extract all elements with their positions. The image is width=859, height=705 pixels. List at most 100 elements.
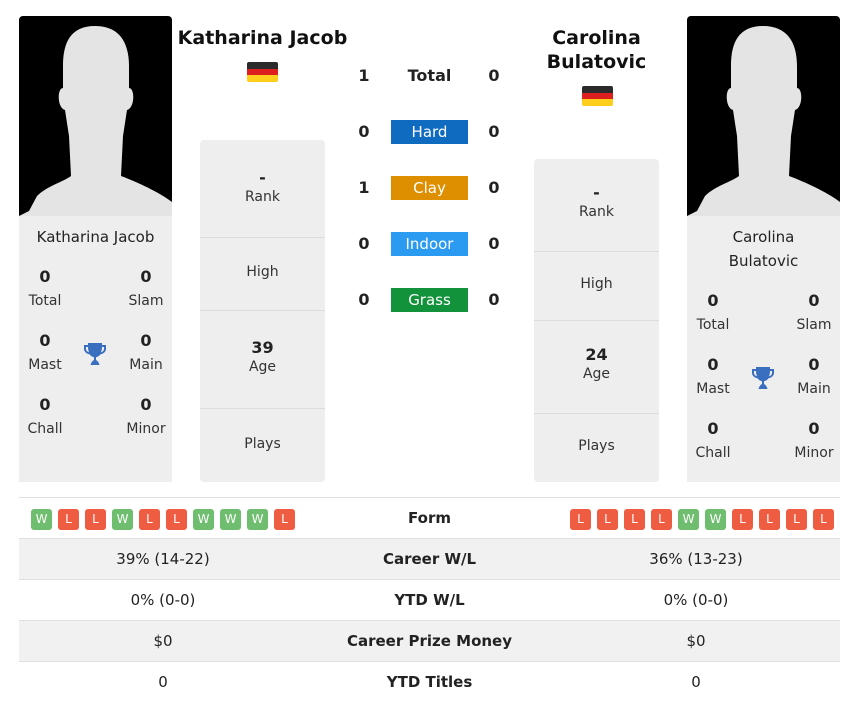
form-loss-badge: L [759,509,780,530]
form-label: Form [408,509,451,527]
player2-info-box: - Rank High 24 Age Plays [534,159,659,482]
p1-mast-value: 0 [39,331,51,350]
p1-main-label: Main [129,357,163,373]
p1-prize-money: $0 [153,632,173,650]
p2-rank-value: - [593,183,600,202]
p2-minor-label: Minor [794,445,834,461]
p2-chall-label: Chall [695,445,731,461]
trophy-icon [751,365,775,391]
form-loss-badge: L [786,509,807,530]
h2h-indoor-p2: 0 [488,234,500,253]
p1-form: WLLWLLWWWL [19,498,307,539]
player1-flag-icon [247,62,278,82]
surface-indoor-badge[interactable]: Indoor [391,232,468,256]
p1-age-value: 39 [251,338,274,357]
form-win-badge: W [220,509,241,530]
p1-main-value: 0 [140,331,152,350]
prize-money-row: $0 Career Prize Money $0 [19,620,840,662]
surface-clay-badge[interactable]: Clay [391,176,468,200]
p1-ytd-wl: 0% (0-0) [130,591,196,609]
p2-total-label: Total [696,317,730,333]
h2h-panel: 1 Total 0 0 Hard 0 1 Clay 0 0 Indoor 0 0… [349,62,509,322]
form-loss-badge: L [274,509,295,530]
h2h-hard-p2: 0 [488,122,500,141]
avatar-silhouette-icon [19,26,172,216]
flag-stripe [582,92,613,100]
form-loss-badge: L [570,509,591,530]
h2h-total-p2: 0 [488,66,500,85]
player1-card-name: Katharina Jacob [36,228,155,246]
p2-plays-cell: Plays [534,414,659,482]
player2-name-line2: Bulatovic [546,51,647,73]
p1-age-label: Age [248,359,277,375]
career-wl-row: 39% (14-22) Career W/L 36% (13-23) [19,538,840,580]
p2-age-value: 24 [585,345,608,364]
form-win-badge: W [112,509,133,530]
form-loss-badge: L [139,509,160,530]
p1-slam-value: 0 [140,267,152,286]
prize-money-label: Career Prize Money [346,632,512,650]
h2h-grass-p2: 0 [488,290,500,309]
p2-total-value: 0 [707,291,719,310]
ytd-titles-row: 0 YTD Titles 0 [19,661,840,703]
form-win-badge: W [247,509,268,530]
p1-plays-cell: Plays [200,409,325,482]
p1-rank-label: Rank [245,189,280,205]
player2-photo [687,16,840,216]
form-loss-badge: L [732,509,753,530]
form-win-badge: W [193,509,214,530]
p1-chall-label: Chall [27,421,63,437]
p2-mast-label: Mast [696,381,730,397]
p1-minor-value: 0 [140,395,152,414]
surface-hard-badge[interactable]: Hard [391,120,468,144]
p2-rank-label: Rank [579,204,614,220]
p1-rank-cell: - Rank [200,140,325,238]
form-loss-badge: L [651,509,672,530]
p1-total-value: 0 [39,267,51,286]
p2-slam-label: Slam [796,317,832,333]
p2-age-cell: 24 Age [534,321,659,414]
player1-card: Katharina Jacob 0 Total 0 Slam 0 Mast 0 … [19,216,172,482]
ytd-wl-label: YTD W/L [394,591,465,609]
form-loss-badge: L [85,509,106,530]
p2-age-label: Age [582,366,611,382]
p1-high-label: High [246,264,279,280]
player1-name[interactable]: Katharina Jacob [172,26,353,50]
p2-main-label: Main [797,381,831,397]
avatar-silhouette-icon [687,26,840,216]
form-loss-badge: L [166,509,187,530]
p2-plays-label: Plays [578,438,615,454]
ytd-titles-label: YTD Titles [386,673,473,691]
h2h-clay-p1: 1 [358,178,370,197]
trophy-icon [83,341,107,367]
p2-high-cell: High [534,252,659,321]
form-loss-badge: L [597,509,618,530]
p1-slam-label: Slam [128,293,164,309]
p1-mast-label: Mast [28,357,62,373]
player2-card-name-line1: Carolina [732,228,795,246]
p2-mast-value: 0 [707,355,719,374]
p1-career-wl: 39% (14-22) [116,550,210,568]
form-loss-badge: L [624,509,645,530]
p1-high-cell: High [200,238,325,311]
player2-card: Carolina Bulatovic 0 Total 0 Slam 0 Mast… [687,216,840,482]
player2-name[interactable]: Carolina Bulatovic [520,26,673,74]
player2-flag-icon [582,86,613,106]
p2-form: LLLLWWLLLL [552,498,840,539]
p2-slam-value: 0 [808,291,820,310]
surface-grass-badge[interactable]: Grass [391,288,468,312]
player2-card-name-line2: Bulatovic [728,252,799,270]
p1-total-label: Total [28,293,62,309]
p1-age-cell: 39 Age [200,311,325,409]
flag-stripe [247,68,278,76]
career-wl-label: Career W/L [382,550,477,568]
p2-main-value: 0 [808,355,820,374]
player1-info-box: - Rank High 39 Age Plays [200,140,325,482]
form-loss-badge: L [813,509,834,530]
p2-minor-value: 0 [808,419,820,438]
p2-high-label: High [580,276,613,292]
flag-stripe [247,75,278,82]
p2-career-wl: 36% (13-23) [649,550,743,568]
p2-prize-money: $0 [686,632,706,650]
h2h-clay-p2: 0 [488,178,500,197]
